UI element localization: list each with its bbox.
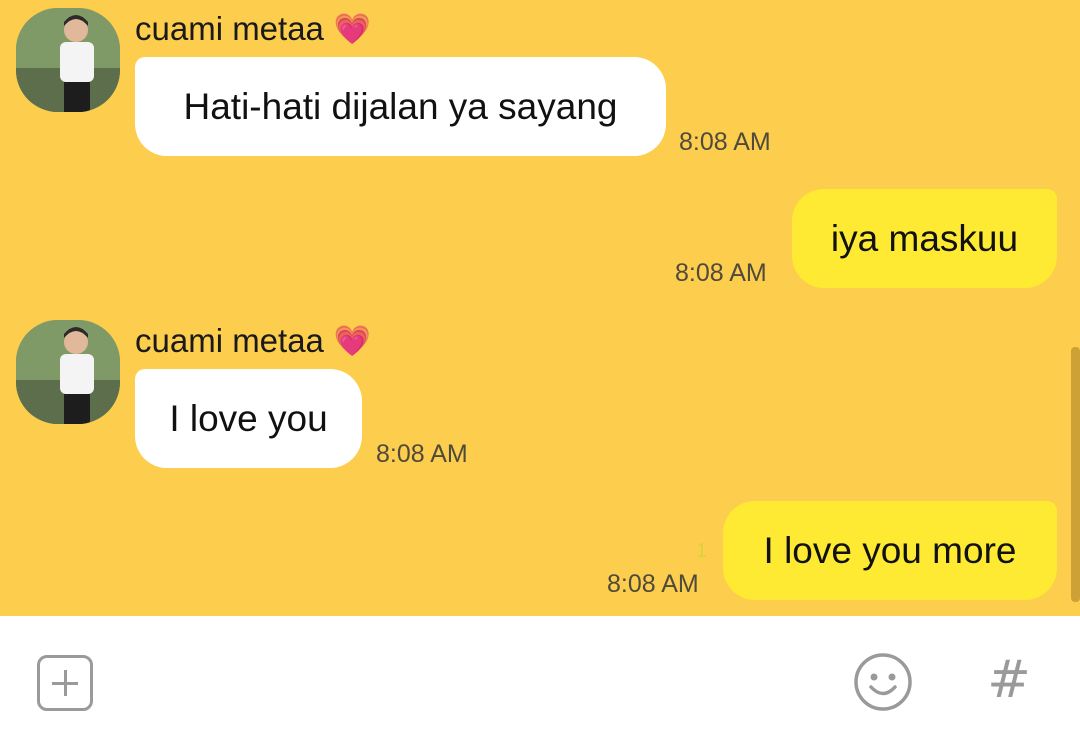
message-text: iya maskuu bbox=[830, 217, 1019, 259]
smiley-icon[interactable] bbox=[853, 652, 913, 712]
message-timestamp: 8:08 AM bbox=[679, 128, 771, 156]
avatar-photo-icon bbox=[16, 320, 120, 424]
heart-icon: 💗 bbox=[333, 12, 372, 46]
message-bubble-outgoing[interactable]: iya maskuu bbox=[792, 189, 1057, 288]
avatar-photo-icon bbox=[16, 8, 120, 112]
sender-name: cuami metaa 💗 bbox=[135, 322, 371, 360]
sender-name: cuami metaa 💗 bbox=[135, 10, 371, 48]
unread-count-badge: 1 bbox=[696, 540, 708, 562]
sender-avatar[interactable] bbox=[16, 8, 120, 112]
message-timestamp: 8:08 AM bbox=[675, 259, 767, 287]
message-bubble-incoming[interactable]: Hati-hati dijalan ya sayang bbox=[135, 57, 666, 156]
message-bubble-outgoing[interactable]: I love you more bbox=[723, 501, 1057, 600]
scrollbar[interactable] bbox=[1071, 347, 1080, 602]
sender-name-text: cuami metaa bbox=[135, 10, 324, 47]
chat-area[interactable]: cuami metaa 💗 Hati-hati dijalan ya sayan… bbox=[0, 0, 1080, 616]
message-timestamp: 8:08 AM bbox=[607, 570, 699, 598]
message-input-bar[interactable] bbox=[0, 616, 1080, 737]
message-text: Hati-hati dijalan ya sayang bbox=[183, 85, 618, 127]
sender-avatar[interactable] bbox=[16, 320, 120, 424]
sender-name-text: cuami metaa bbox=[135, 322, 324, 359]
message-text: I love you more bbox=[763, 529, 1017, 571]
message-bubble-incoming[interactable]: I love you bbox=[135, 369, 362, 468]
message-timestamp: 8:08 AM bbox=[376, 440, 468, 468]
hash-icon[interactable]: # bbox=[985, 650, 1033, 710]
heart-icon: 💗 bbox=[333, 324, 372, 358]
plus-box-icon[interactable] bbox=[37, 655, 93, 711]
message-text: I love you bbox=[169, 397, 328, 439]
